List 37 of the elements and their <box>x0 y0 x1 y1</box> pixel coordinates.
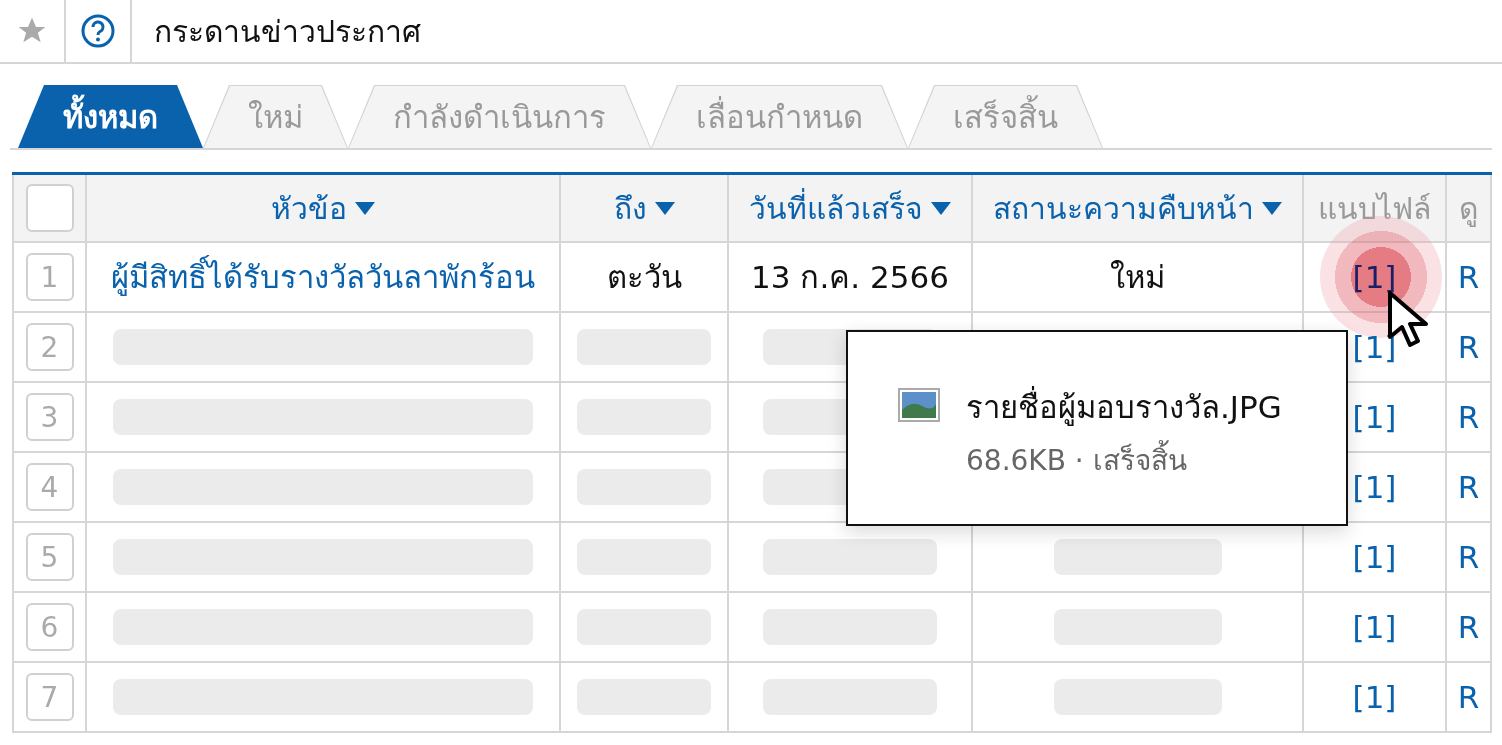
filter-tab[interactable]: ทั้งหมด <box>18 85 203 148</box>
attachment-link[interactable]: [1] <box>1352 259 1397 295</box>
image-file-icon <box>898 388 940 422</box>
sort-caret-icon <box>355 201 375 215</box>
select-all-checkbox[interactable] <box>25 184 74 232</box>
topic-link[interactable]: ผู้มีสิทธิ์ได้รับรางวัลวันลาพักร้อน <box>111 252 535 302</box>
column-header[interactable]: หัวข้อ <box>271 184 375 232</box>
due-date-text: 13 ก.ค. 2566 <box>751 258 949 297</box>
row-number: 3 <box>25 393 74 441</box>
attachment-link[interactable]: [1] <box>1352 679 1397 715</box>
attachment-link[interactable]: [1] <box>1352 469 1397 505</box>
sort-caret-icon <box>931 201 951 215</box>
recipient-text: ตะวัน <box>606 258 682 297</box>
view-link[interactable]: R <box>1457 399 1480 435</box>
file-details: 68.6KB · เสร็จสิ้น <box>966 438 1282 482</box>
view-link[interactable]: R <box>1457 469 1480 505</box>
file-name: รายชื่อผู้มอบรางวัล.JPG <box>966 382 1282 432</box>
sort-caret-icon <box>654 201 675 215</box>
row-number: 1 <box>25 253 74 301</box>
row-number: 6 <box>25 603 74 651</box>
row-number: 4 <box>25 463 74 511</box>
sort-caret-icon <box>1262 201 1282 215</box>
row-number: 5 <box>25 533 74 581</box>
view-link[interactable]: R <box>1457 259 1480 295</box>
status-text: ใหม่ <box>1110 258 1165 297</box>
row-number: 2 <box>25 323 74 371</box>
attachment-link[interactable]: [1] <box>1352 399 1397 435</box>
row-number: 7 <box>25 673 74 721</box>
attachment-link[interactable]: [1] <box>1352 609 1397 645</box>
attachment-link[interactable]: [1] <box>1352 329 1397 365</box>
view-link[interactable]: R <box>1457 539 1480 575</box>
help-icon[interactable] <box>81 14 115 48</box>
page-title: กระดานข่าวประกาศ <box>154 12 421 51</box>
view-link[interactable]: R <box>1457 329 1480 365</box>
view-link[interactable]: R <box>1457 609 1480 645</box>
view-link[interactable]: R <box>1457 679 1480 715</box>
attachment-link[interactable]: [1] <box>1352 539 1397 575</box>
